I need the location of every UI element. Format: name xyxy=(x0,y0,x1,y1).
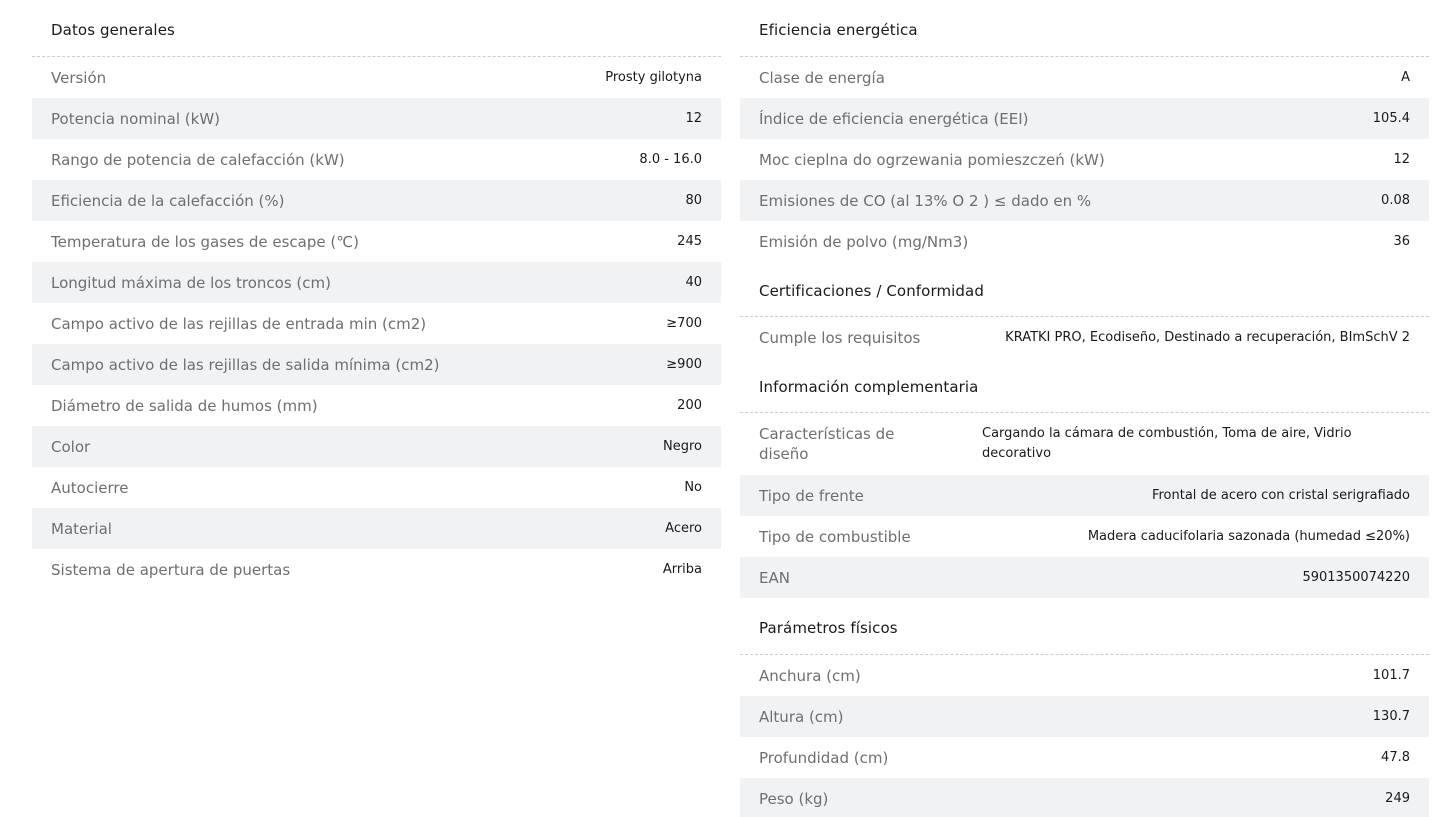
spec-label: Diámetro de salida de humos (mm) xyxy=(51,396,318,415)
spec-label: Altura (cm) xyxy=(759,707,844,726)
spec-row-height: Altura (cm) 130.7 xyxy=(740,696,1429,737)
spec-row-power-range: Rango de potencia de calefacción (kW) 8.… xyxy=(32,139,721,180)
spec-label: Campo activo de las rejillas de entrada … xyxy=(51,314,427,333)
spec-row-requirements: Cumple los requisitos KRATKI PRO, Ecodis… xyxy=(740,317,1429,358)
spec-row-heating-efficiency: Eficiencia de la calefacción (%) 80 xyxy=(32,180,721,221)
spec-row-depth: Profundidad (cm) 47.8 xyxy=(740,737,1429,778)
certifications-section: Certificaciones / Conformidad Cumple los… xyxy=(740,262,1429,358)
spec-value: ≥900 xyxy=(666,357,702,372)
spec-row-energy-class: Clase de energía A xyxy=(740,57,1429,98)
section-title-energy: Eficiencia energética xyxy=(740,0,1429,57)
spec-value: 36 xyxy=(1393,234,1410,249)
spec-label: Clase de energía xyxy=(759,68,885,87)
spec-value: A xyxy=(1401,70,1410,85)
spec-label: Temperatura de los gases de escape (℃) xyxy=(51,232,359,251)
spec-row-fuel-type: Tipo de combustible Madera caducifolaria… xyxy=(740,516,1429,557)
spec-label: EAN xyxy=(759,568,790,587)
section-title-certifications: Certificaciones / Conformidad xyxy=(740,262,1429,317)
spec-row-color: Color Negro xyxy=(32,426,721,467)
energy-efficiency-section: Eficiencia energética Clase de energía A… xyxy=(740,0,1429,262)
spec-value: 130.7 xyxy=(1372,709,1410,724)
spec-row-width: Anchura (cm) 101.7 xyxy=(740,655,1429,696)
spec-value: No xyxy=(684,480,702,495)
spec-value: 245 xyxy=(677,234,702,249)
spec-row-log-length: Longitud máxima de los troncos (cm) 40 xyxy=(32,262,721,303)
spec-row-room-heating-power: Moc cieplna do ogrzewania pomieszczeń (k… xyxy=(740,139,1429,180)
spec-label: Cumple los requisitos xyxy=(759,328,921,347)
spec-value: 0.08 xyxy=(1381,193,1410,208)
spec-label: Material xyxy=(51,519,112,538)
spec-row-dust-emission: Emisión de polvo (mg/Nm3) 36 xyxy=(740,221,1429,262)
right-column: Eficiencia energética Clase de energía A… xyxy=(740,0,1429,817)
spec-label: Color xyxy=(51,437,91,456)
spec-row-inlet-grille: Campo activo de las rejillas de entrada … xyxy=(32,303,721,344)
spec-value: 200 xyxy=(677,398,702,413)
spec-label: Índice de eficiencia energética (EEI) xyxy=(759,109,1029,128)
spec-value: 8.0 - 16.0 xyxy=(639,152,702,167)
spec-value: Frontal de acero con cristal serigrafiad… xyxy=(1151,488,1410,503)
spec-value: Madera caducifolaria sazonada (humedad ≤… xyxy=(1087,529,1410,544)
spec-label: Potencia nominal (kW) xyxy=(51,109,220,128)
spec-value: 12 xyxy=(685,111,702,126)
spec-row-outlet-grille: Campo activo de las rejillas de salida m… xyxy=(32,344,721,385)
section-title-complementary: Información complementaria xyxy=(740,358,1429,413)
spec-label: Autocierre xyxy=(51,478,129,497)
spec-value: 47.8 xyxy=(1381,750,1410,765)
spec-row-eei: Índice de eficiencia energética (EEI) 10… xyxy=(740,98,1429,139)
spec-label: Versión xyxy=(51,68,107,87)
spec-row-material: Material Acero xyxy=(32,508,721,549)
spec-label: Emisiones de CO (al 13% O 2 ) ≤ dado en … xyxy=(759,191,1092,210)
spec-value: Cargando la cámara de combustión, Toma d… xyxy=(982,426,1352,461)
spec-row-exhaust-temp: Temperatura de los gases de escape (℃) 2… xyxy=(32,221,721,262)
spec-row-door-opening: Sistema de apertura de puertas Arriba xyxy=(32,549,721,590)
section-title-physical: Parámetros físicos xyxy=(740,598,1429,655)
spec-label: Tipo de frente xyxy=(759,486,864,505)
spec-label: Emisión de polvo (mg/Nm3) xyxy=(759,232,969,251)
spec-value: Arriba xyxy=(662,562,702,577)
spec-value: Negro xyxy=(663,439,702,454)
spec-value: 40 xyxy=(685,275,702,290)
spec-label: Rango de potencia de calefacción (kW) xyxy=(51,150,345,169)
spec-value: 249 xyxy=(1385,791,1410,806)
spec-row-flue-diameter: Diámetro de salida de humos (mm) 200 xyxy=(32,385,721,426)
spec-label: Características de diseño xyxy=(759,425,895,463)
spec-label: Sistema de apertura de puertas xyxy=(51,560,291,579)
spec-value: Acero xyxy=(665,521,702,536)
spec-row-self-closing: Autocierre No xyxy=(32,467,721,508)
spec-value: KRATKI PRO, Ecodiseño, Destinado a recup… xyxy=(1005,330,1410,345)
spec-label: Tipo de combustible xyxy=(759,527,911,546)
spec-value: ≥700 xyxy=(666,316,702,331)
spec-row-front-type: Tipo de frente Frontal de acero con cris… xyxy=(740,475,1429,516)
spec-label: Profundidad (cm) xyxy=(759,748,889,767)
general-data-section: Datos generales Versión Prosty gilotyna … xyxy=(32,0,721,590)
spec-page: Datos generales Versión Prosty gilotyna … xyxy=(0,0,1445,817)
spec-value: 101.7 xyxy=(1372,668,1410,683)
spec-label: Campo activo de las rejillas de salida m… xyxy=(51,355,440,374)
spec-label: Moc cieplna do ogrzewania pomieszczeń (k… xyxy=(759,150,1105,169)
spec-row-ean: EAN 5901350074220 xyxy=(740,557,1429,598)
spec-value: 105.4 xyxy=(1372,111,1410,126)
spec-label: Peso (kg) xyxy=(759,789,829,808)
spec-row-version: Versión Prosty gilotyna xyxy=(32,57,721,98)
spec-label: Longitud máxima de los troncos (cm) xyxy=(51,273,331,292)
spec-value: Prosty gilotyna xyxy=(605,70,702,85)
physical-parameters-section: Parámetros físicos Anchura (cm) 101.7 Al… xyxy=(740,598,1429,817)
spec-row-co-emissions: Emisiones de CO (al 13% O 2 ) ≤ dado en … xyxy=(740,180,1429,221)
spec-row-nominal-power: Potencia nominal (kW) 12 xyxy=(32,98,721,139)
spec-label: Eficiencia de la calefacción (%) xyxy=(51,191,285,210)
spec-row-weight: Peso (kg) 249 xyxy=(740,778,1429,817)
spec-value: 80 xyxy=(685,193,702,208)
spec-row-design-features: Características de diseño Cargando la cá… xyxy=(740,413,1429,475)
spec-value: 12 xyxy=(1393,152,1410,167)
complementary-info-section: Información complementaria Característic… xyxy=(740,358,1429,598)
spec-label: Anchura (cm) xyxy=(759,666,861,685)
section-title-general: Datos generales xyxy=(32,0,721,57)
spec-value: 5901350074220 xyxy=(1302,570,1410,585)
